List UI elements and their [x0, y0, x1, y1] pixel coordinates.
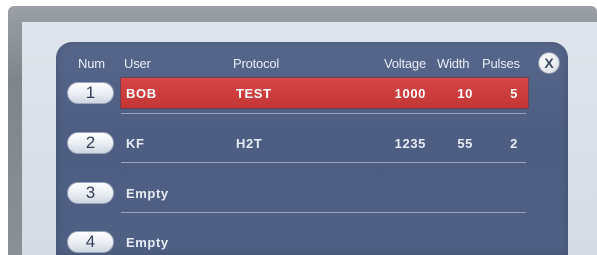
row-user: Empty	[126, 186, 169, 201]
row-voltage: 1235	[394, 136, 426, 151]
header-voltage: Voltage	[384, 56, 426, 71]
header-pulses: Pulses	[482, 56, 520, 71]
row-number-button[interactable]: 4	[67, 231, 114, 253]
header-width: Width	[437, 56, 470, 71]
row-pulses: 2	[510, 136, 518, 151]
row-divider	[121, 113, 526, 114]
table-row[interactable]: 3 Empty	[0, 178, 597, 214]
table-row[interactable]: 1 BOB TEST 1000 10 5	[0, 78, 597, 114]
row-width: 55	[457, 136, 473, 151]
row-voltage: 1000	[394, 86, 426, 101]
header-protocol: Protocol	[233, 56, 280, 71]
row-number-button[interactable]: 2	[67, 132, 114, 154]
row-user: BOB	[126, 86, 157, 101]
row-pulses: 5	[510, 86, 518, 101]
header-user: User	[124, 56, 151, 71]
row-protocol: H2T	[236, 136, 263, 151]
close-icon: X	[544, 55, 554, 71]
row-divider	[121, 162, 526, 163]
header-num: Num	[78, 56, 105, 71]
table-row[interactable]: 4 Empty	[0, 228, 597, 255]
row-user: KF	[126, 136, 145, 151]
row-number-button[interactable]: 3	[67, 182, 114, 204]
close-button[interactable]: X	[538, 52, 560, 74]
row-width: 10	[457, 86, 473, 101]
row-user: Empty	[126, 235, 169, 250]
table-row[interactable]: 2 KF H2T 1235 55 2	[0, 128, 597, 164]
row-number-button[interactable]: 1	[67, 82, 114, 104]
row-protocol: TEST	[236, 86, 272, 101]
row-divider	[121, 212, 526, 213]
